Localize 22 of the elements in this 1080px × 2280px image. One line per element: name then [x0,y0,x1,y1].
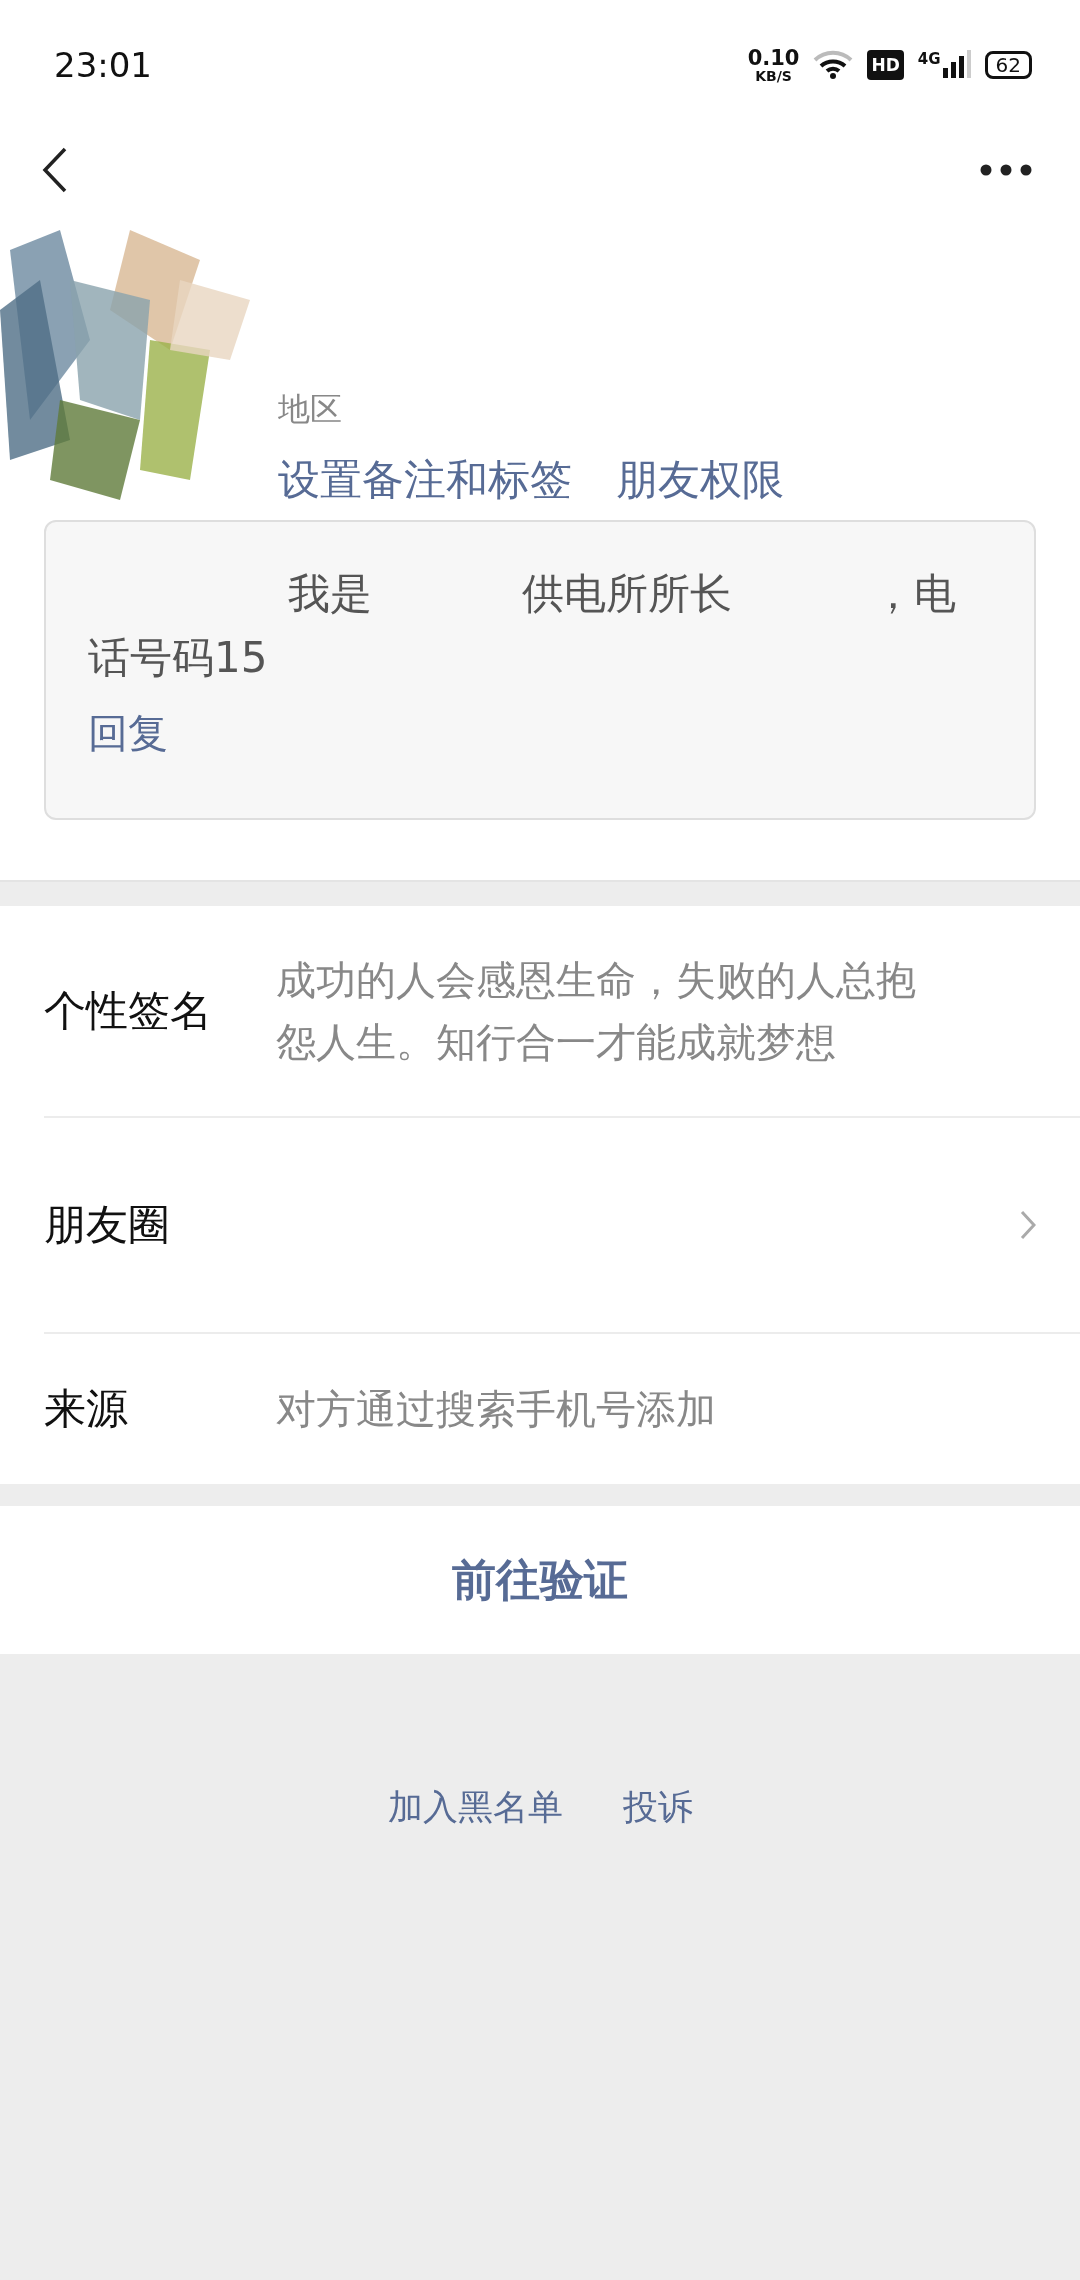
back-icon[interactable] [42,146,68,194]
footer-link[interactable]: 投诉 [622,1784,693,1831]
profile-link[interactable]: 朋友权限 [616,452,784,508]
battery-indicator: 62 [984,51,1032,79]
row-label: 朋友圈 [44,1199,171,1251]
clock-time: 23:01 [54,45,152,85]
network-speed: 0.10 KB/S [747,47,800,83]
verify-button[interactable]: 前往验证 [0,1506,1080,1654]
message-text: 我是 供电所所长 ，电 话号码15 [88,568,957,684]
reply-link[interactable]: 回复 [88,706,168,761]
chevron-icon [1020,1210,1036,1240]
hd-badge: HD [867,50,904,80]
profile-link[interactable]: 设置备注和标签 [278,452,572,508]
more-icon[interactable] [980,164,1032,176]
row-label: 个性签名 [44,985,213,1037]
row-label: 来源 [44,1383,129,1435]
region-label: 地区 [278,389,343,430]
signal-indicator: 4G [917,50,971,80]
row-value: 成功的人会感恩生命，失败的人总抱怨人生。知行合一才能成就梦想 [276,956,917,1067]
footer-link[interactable]: 加入黑名单 [387,1784,563,1831]
wifi-icon [813,50,854,80]
row-value: 对方通过搜索手机号添加 [276,1385,716,1434]
